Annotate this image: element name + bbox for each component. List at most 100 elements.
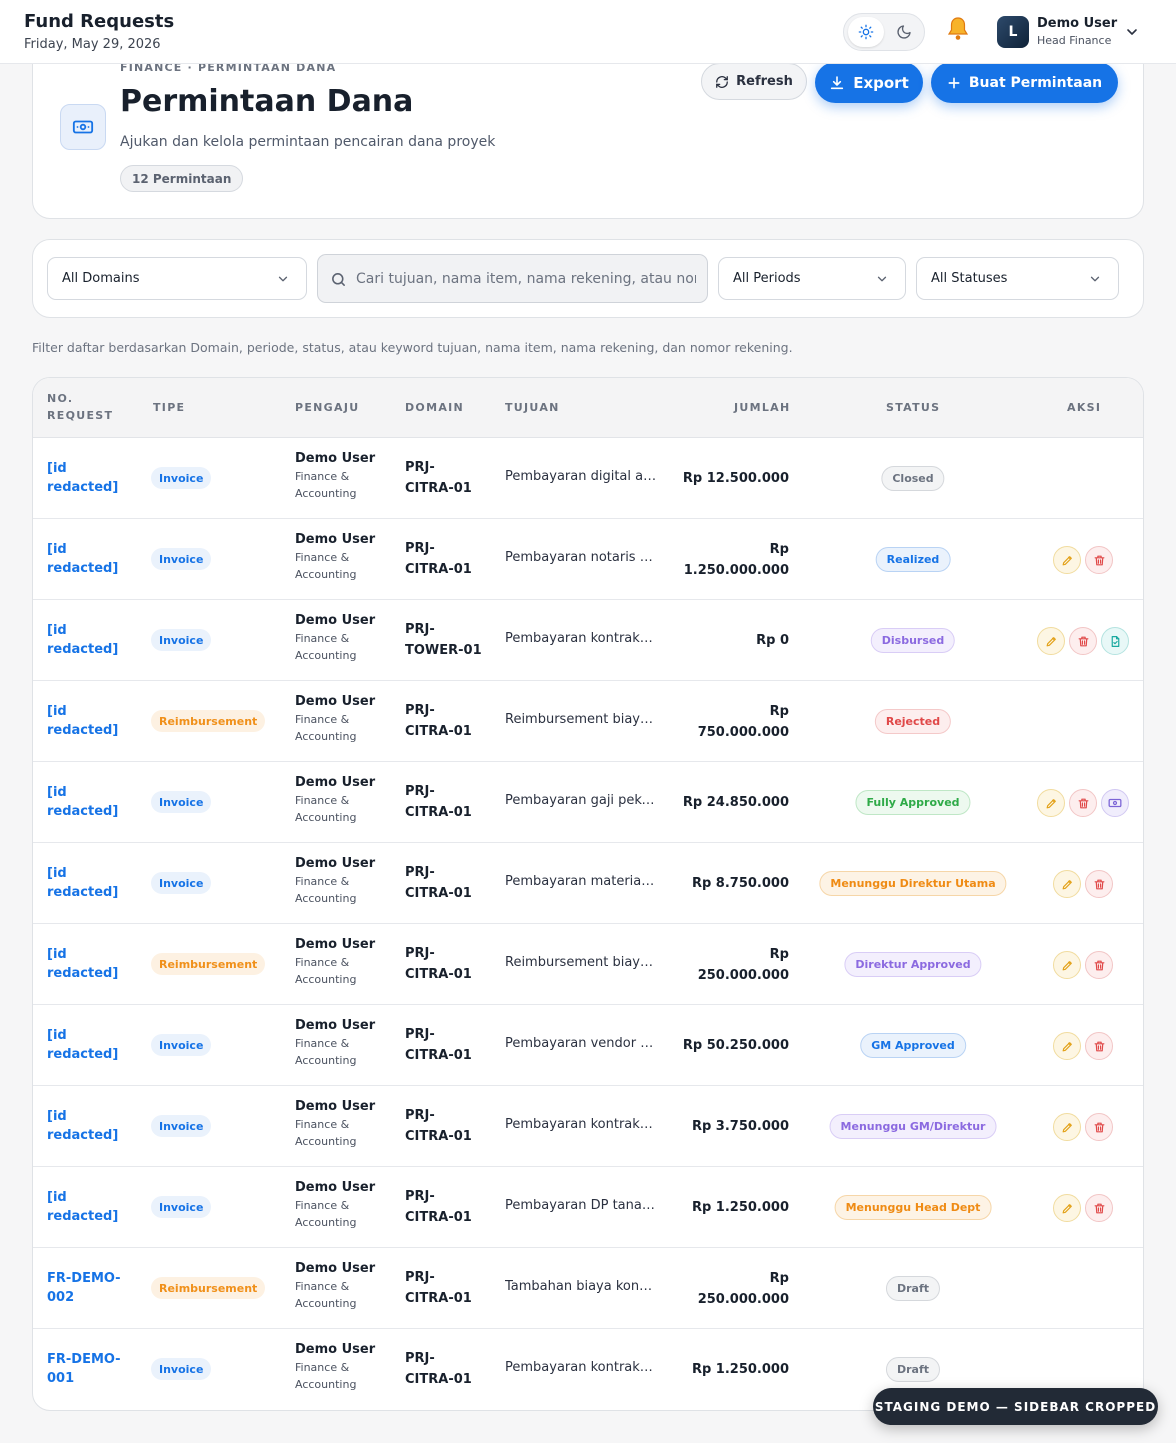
request-number-link[interactable]: [id redacted] bbox=[47, 459, 137, 497]
pencil-icon bbox=[1062, 879, 1072, 889]
pencil-icon bbox=[1062, 1041, 1072, 1051]
edit-button[interactable] bbox=[1037, 627, 1065, 655]
type-badge: Invoice bbox=[151, 629, 212, 651]
table-row[interactable]: [id redacted] Invoice Demo User Finance & Acc… bbox=[33, 1086, 1143, 1167]
requester-dept-line-2: Accounting bbox=[295, 1054, 357, 1067]
delete-button[interactable] bbox=[1085, 870, 1113, 898]
request-number-line-2: 002 bbox=[47, 1290, 75, 1305]
edit-button[interactable] bbox=[1053, 1194, 1081, 1222]
user-name[interactable]: Demo User bbox=[1037, 16, 1117, 31]
request-number-link[interactable]: [id redacted] bbox=[47, 1188, 137, 1226]
delete-button[interactable] bbox=[1085, 1113, 1113, 1141]
top-bar: Fund Requests Friday, May 29, 2026 L Dem… bbox=[0, 0, 1176, 64]
table-row[interactable]: FR-DEMO- 002 Reimbursement Demo User Finance… bbox=[33, 1248, 1143, 1329]
status-badge: GM Approved bbox=[860, 1033, 966, 1058]
table-row[interactable]: [id redacted] Invoice Demo User Finance & Acc… bbox=[33, 1167, 1143, 1248]
header-status: STATUS bbox=[886, 401, 941, 414]
amount-cell: Rp 12.500.000 bbox=[649, 438, 789, 519]
domain-line-1: PRJ- bbox=[405, 541, 435, 556]
delete-button[interactable] bbox=[1085, 951, 1113, 979]
type-badge: Invoice bbox=[151, 467, 212, 489]
requester-name: Demo User bbox=[295, 1180, 376, 1195]
request-number-link[interactable]: [id redacted] bbox=[47, 783, 137, 821]
request-number-link[interactable]: FR-DEMO- 002 bbox=[47, 1269, 137, 1307]
domain-line-1: PRJ- bbox=[405, 622, 435, 637]
requester-dept-line-1: Finance & bbox=[295, 956, 350, 969]
edit-button[interactable] bbox=[1053, 546, 1081, 574]
section-subtitle: Ajukan dan kelola permintaan pencairan d… bbox=[120, 134, 496, 150]
status-badge: Closed bbox=[881, 466, 945, 491]
table-row[interactable]: [id redacted] Invoice Demo User Finance & Acc… bbox=[33, 762, 1143, 843]
request-number-link[interactable]: [id redacted] bbox=[47, 945, 137, 983]
domain-line-2: CITRA-01 bbox=[405, 805, 472, 820]
requester-dept-line-2: Accounting bbox=[295, 1135, 357, 1148]
document-button[interactable] bbox=[1101, 627, 1129, 655]
search-input[interactable] bbox=[356, 265, 696, 293]
delete-button[interactable] bbox=[1085, 1032, 1113, 1060]
purpose-cell: Pembayaran material bangunan bbox=[505, 874, 657, 889]
search-icon bbox=[332, 273, 345, 286]
table-row[interactable]: [id redacted] Reimbursement Demo User Financ… bbox=[33, 681, 1143, 762]
table-row[interactable]: [id redacted] Reimbursement Demo User Financ… bbox=[33, 924, 1143, 1005]
delete-button[interactable] bbox=[1069, 789, 1097, 817]
purpose-cell: Reimbursement biaya perjalanan bbox=[505, 712, 657, 727]
delete-button[interactable] bbox=[1069, 627, 1097, 655]
request-number-line-1: FR-DEMO- bbox=[47, 1352, 121, 1367]
status-badge: Disbursed bbox=[870, 628, 956, 653]
requester-cell: Demo User Finance & Accounting bbox=[295, 775, 395, 826]
create-request-button[interactable]: Buat Permintaan bbox=[931, 62, 1118, 103]
request-number-link[interactable]: [id redacted] bbox=[47, 621, 137, 659]
delete-button[interactable] bbox=[1085, 1194, 1113, 1222]
export-button[interactable]: Export bbox=[815, 62, 923, 103]
table-row[interactable]: [id redacted] Invoice Demo User Finance & Acc… bbox=[33, 438, 1143, 519]
status-select[interactable]: All Statuses bbox=[916, 257, 1119, 300]
create-request-label: Buat Permintaan bbox=[968, 74, 1103, 91]
edit-button[interactable] bbox=[1037, 789, 1065, 817]
requester-cell: Demo User Finance & Accounting bbox=[295, 451, 395, 502]
request-number-link[interactable]: [id redacted] bbox=[47, 540, 137, 578]
delete-button[interactable] bbox=[1085, 546, 1113, 574]
request-number-link[interactable]: [id redacted] bbox=[47, 1026, 137, 1064]
table-row[interactable]: [id redacted] Invoice Demo User Finance & Acc… bbox=[33, 600, 1143, 681]
domain-line-2: CITRA-01 bbox=[405, 1129, 472, 1144]
sun-icon bbox=[858, 24, 874, 40]
table-row[interactable]: [id redacted] Invoice Demo User Finance & Acc… bbox=[33, 843, 1143, 924]
request-number-line-2: 001 bbox=[47, 1371, 75, 1386]
amount-line-2: 1.250.000.000 bbox=[683, 562, 789, 578]
trash-icon bbox=[1094, 1122, 1104, 1132]
search-box[interactable] bbox=[317, 254, 708, 303]
type-badge: Invoice bbox=[151, 1034, 212, 1056]
domain-line-1: PRJ- bbox=[405, 1270, 435, 1285]
edit-button[interactable] bbox=[1053, 951, 1081, 979]
refresh-button[interactable]: Refresh bbox=[701, 63, 807, 100]
type-badge: Invoice bbox=[151, 1115, 212, 1137]
type-badge: Invoice bbox=[151, 872, 212, 894]
user-role: Head Finance bbox=[1037, 34, 1112, 47]
request-number-line-2: redacted] bbox=[47, 885, 119, 900]
avatar[interactable]: L bbox=[997, 16, 1029, 48]
chevron-down-icon[interactable] bbox=[1124, 24, 1140, 40]
domain-line-2: CITRA-01 bbox=[405, 562, 472, 577]
notification-button[interactable] bbox=[944, 14, 972, 44]
edit-button[interactable] bbox=[1053, 1032, 1081, 1060]
light-mode-button[interactable] bbox=[848, 17, 884, 47]
request-number-link[interactable]: [id redacted] bbox=[47, 864, 137, 902]
table-row[interactable]: [id redacted] Invoice Demo User Finance & Acc… bbox=[33, 1005, 1143, 1086]
edit-button[interactable] bbox=[1053, 1113, 1081, 1141]
pay-button[interactable] bbox=[1101, 789, 1129, 817]
request-number-line-1: [id bbox=[47, 461, 67, 476]
domain-select[interactable]: All Domains bbox=[47, 257, 307, 300]
table-row[interactable]: [id redacted] Invoice Demo User Finance & Acc… bbox=[33, 519, 1143, 600]
theme-toggle[interactable] bbox=[843, 13, 925, 51]
requester-name: Demo User bbox=[295, 937, 376, 952]
request-number-line-1: [id bbox=[47, 1190, 67, 1205]
dark-mode-button[interactable] bbox=[886, 17, 922, 47]
domain-line-1: PRJ- bbox=[405, 946, 435, 961]
period-select[interactable]: All Periods bbox=[718, 257, 906, 300]
request-number-link[interactable]: [id redacted] bbox=[47, 1107, 137, 1145]
request-number-link[interactable]: [id redacted] bbox=[47, 702, 137, 740]
request-number-link[interactable]: FR-DEMO- 001 bbox=[47, 1350, 137, 1388]
domain-cell: PRJ- CITRA-01 bbox=[405, 781, 495, 823]
chevron-down-icon bbox=[278, 276, 288, 282]
edit-button[interactable] bbox=[1053, 870, 1081, 898]
